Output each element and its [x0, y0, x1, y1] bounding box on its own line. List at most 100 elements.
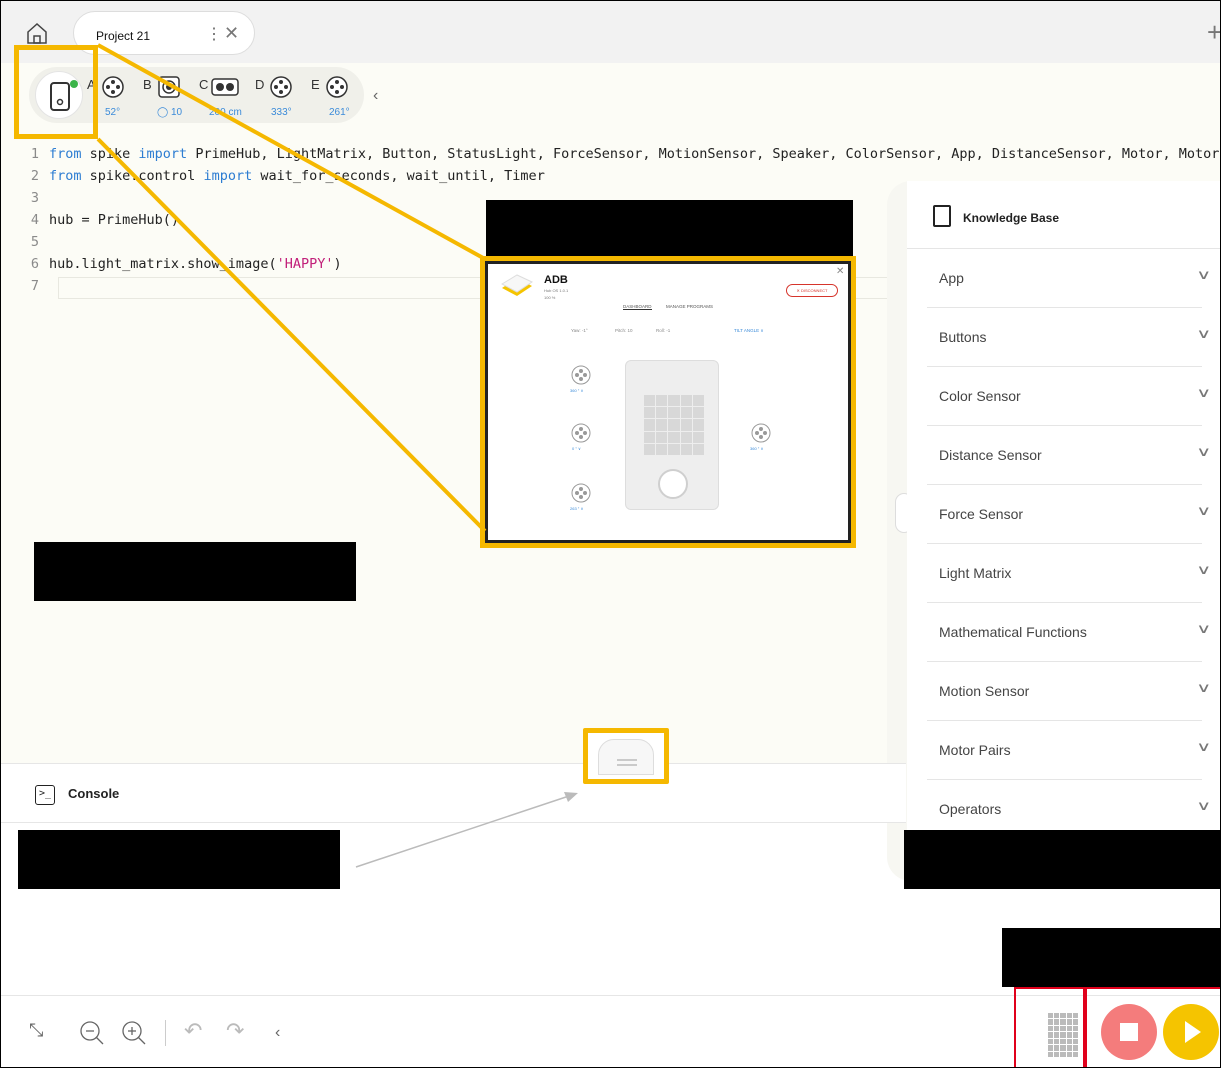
book-icon — [933, 205, 951, 227]
knowledge-base-header: Knowledge Base — [907, 181, 1220, 249]
tilt-angle-dropdown[interactable]: TILT ANGLE ∨ — [734, 328, 764, 334]
kb-item-buttons[interactable]: Buttons ∨ — [927, 308, 1211, 367]
code-text: hub.light_matrix.show_image( — [49, 256, 277, 272]
code-text: spike.control — [81, 168, 204, 184]
string-literal: 'HAPPY' — [276, 256, 334, 272]
chevron-down-icon: ∨ — [1196, 798, 1212, 813]
chevron-down-icon: ∨ — [1196, 385, 1212, 400]
play-button[interactable] — [1163, 1004, 1219, 1060]
port-letter: C — [199, 77, 209, 92]
close-icon[interactable]: ✕ — [836, 266, 844, 277]
kb-item-color-sensor[interactable]: Color Sensor ∨ — [927, 367, 1211, 426]
hub-dashboard-preview: ADB Hub OS 1.0.1 100 % ✕ ✕ DISCONNECT DA… — [485, 261, 851, 543]
panel-resize-handle[interactable] — [598, 739, 654, 775]
port-e-readout: 263 ° ∨ — [570, 506, 584, 511]
motor-icon — [571, 423, 591, 443]
kb-item-distance-sensor[interactable]: Distance Sensor ∨ — [927, 426, 1211, 485]
project-tab[interactable]: Project 21 ⋮ ✕ — [73, 11, 255, 55]
kb-item-label: Light Matrix — [939, 565, 1012, 581]
kb-item-motion-sensor[interactable]: Motion Sensor ∨ — [927, 662, 1211, 721]
stop-button[interactable] — [1101, 1004, 1157, 1060]
light-matrix-icon[interactable] — [1048, 1013, 1078, 1057]
port-value: ◯ 10 — [157, 107, 183, 118]
tab-manage-programs[interactable]: MANAGE PROGRAMS — [666, 304, 713, 309]
motor-icon — [571, 365, 591, 385]
app-window: Project 21 ⋮ ✕ + A 52° B ◯ 10 C 200 cm D… — [0, 0, 1221, 1068]
port-letter: D — [255, 77, 265, 92]
kb-item-force-sensor[interactable]: Force Sensor ∨ — [927, 485, 1211, 544]
more-vertical-icon[interactable]: ⋮ — [206, 24, 222, 44]
zoom-out-icon[interactable] — [79, 1020, 105, 1046]
code-line: 1 from spike import PrimeHub, LightMatrix… — [1, 143, 1220, 165]
hub-dashboard-callout: ADB Hub OS 1.0.1 100 % ✕ ✕ DISCONNECT DA… — [480, 256, 856, 548]
redo-icon[interactable]: ↷ — [226, 1018, 244, 1044]
line-number: 1 — [30, 146, 39, 162]
hub-os-version: Hub OS 1.0.1 — [544, 288, 569, 293]
zoom-in-icon[interactable] — [121, 1020, 147, 1046]
chevron-left-icon[interactable]: ‹ — [275, 1024, 280, 1042]
kb-item-app[interactable]: App ∨ — [927, 249, 1211, 308]
line-number: 3 — [30, 190, 39, 206]
kb-item-label: Operators — [939, 801, 1002, 817]
kb-item-light-matrix[interactable]: Light Matrix ∨ — [927, 544, 1211, 603]
console-header[interactable]: >_ Console — [1, 763, 906, 823]
hub-center-button — [658, 469, 688, 499]
kb-item-label: Motion Sensor — [939, 683, 1030, 699]
chevron-left-icon[interactable]: ‹ — [373, 87, 378, 105]
stop-icon — [1120, 1023, 1138, 1041]
redaction-block — [904, 830, 1220, 889]
kb-item-mathematical-functions[interactable]: Mathematical Functions ∨ — [927, 603, 1211, 662]
roll-readout: Roll: -1 — [656, 328, 671, 333]
redaction-block — [486, 200, 853, 258]
line-number: 4 — [30, 212, 39, 228]
kb-item-motor-pairs[interactable]: Motor Pairs ∨ — [927, 721, 1211, 780]
drag-handle-icon — [617, 759, 637, 766]
motor-icon — [571, 483, 591, 503]
top-bar: Project 21 ⋮ ✕ + — [1, 1, 1220, 63]
knowledge-base-panel: Knowledge Base App ∨ Buttons ∨ Color Senso… — [907, 181, 1220, 841]
code-text: wait_for_seconds, wait_until, Timer — [252, 168, 545, 184]
motor-icon — [270, 76, 292, 98]
port-c-readout: 0 ° ∨ — [572, 446, 581, 451]
code-text: hub = PrimeHub() — [49, 212, 180, 228]
port-value: 261° — [329, 107, 350, 118]
line-number: 5 — [30, 234, 39, 250]
port-a-readout: 360 ° ∨ — [570, 388, 584, 393]
port-b[interactable]: B ◯ 10 — [143, 73, 189, 119]
chevron-down-icon: ∨ — [1196, 739, 1212, 754]
distance-sensor-icon — [211, 78, 239, 96]
home-icon[interactable] — [23, 19, 51, 47]
tab-dashboard[interactable]: DASHBOARD — [623, 304, 652, 310]
light-matrix-display — [644, 395, 704, 455]
keyword: from — [49, 168, 82, 184]
port-letter: E — [311, 77, 320, 92]
yaw-readout: Yaw: -1° — [571, 328, 588, 333]
hub-button-highlight — [14, 45, 98, 139]
new-tab-plus-icon[interactable]: + — [1207, 17, 1220, 48]
hub-name: ADB — [544, 274, 568, 286]
port-d[interactable]: D 333° — [255, 73, 301, 119]
port-letter: B — [143, 77, 152, 92]
close-icon[interactable]: ✕ — [224, 23, 239, 44]
chevron-down-icon: ∨ — [1196, 326, 1212, 341]
port-value: 333° — [271, 107, 292, 118]
pitch-readout: Pitch: 10 — [615, 328, 633, 333]
motor-icon — [326, 76, 348, 98]
line-number: 6 — [30, 256, 39, 272]
port-d-readout: 360 ° ∨ — [750, 446, 764, 451]
code-text: ) — [333, 256, 342, 272]
chevron-down-icon: ∨ — [1196, 503, 1212, 518]
collapse-icon[interactable]: ⤡ — [29, 1020, 43, 1041]
disconnect-button[interactable]: ✕ DISCONNECT — [786, 284, 838, 297]
panel-resize-handle-highlight[interactable] — [583, 728, 669, 784]
hub-thumbnail-icon — [500, 274, 534, 296]
port-e[interactable]: E 261° — [311, 73, 357, 119]
undo-icon[interactable]: ↶ — [184, 1018, 202, 1044]
keyword: import — [203, 168, 253, 184]
kb-item-label: Distance Sensor — [939, 447, 1042, 463]
toolbar-divider — [165, 1020, 166, 1046]
chevron-down-icon: ∨ — [1196, 562, 1212, 577]
motor-icon — [102, 76, 124, 98]
port-c[interactable]: C 200 cm — [199, 73, 245, 119]
port-value: 52° — [105, 107, 121, 118]
